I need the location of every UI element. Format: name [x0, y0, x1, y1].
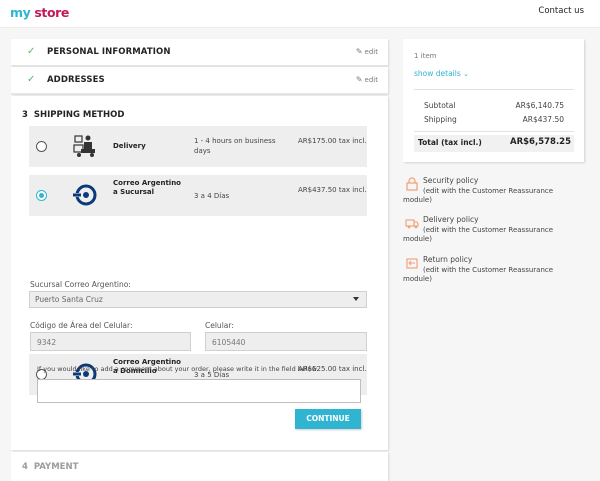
pencil-icon: ✎: [355, 75, 363, 84]
sucursal-selected-value: Puerto Santa Cruz: [35, 295, 103, 304]
step-addresses[interactable]: ✓ ADDRESSES ✎ edit: [11, 67, 388, 94]
reassurance-title: Security policy: [423, 176, 479, 185]
step-title: 4 PAYMENT: [22, 462, 78, 472]
sucursal-label: Sucursal Correo Argentino:: [30, 280, 131, 289]
area-code-label: Código de Área del Celular:: [30, 321, 133, 330]
continue-button[interactable]: CONTINUE: [295, 409, 361, 429]
shipping-value: AR$437.50: [522, 115, 564, 124]
step-number: 4: [22, 462, 28, 472]
step-number: 3: [22, 110, 28, 120]
carrier-name: Correo Argentino a Sucursal: [113, 179, 181, 196]
carrier-price: AR$437.50 tax incl.: [298, 186, 367, 194]
step-personal-information[interactable]: ✓ PERSONAL INFORMATION ✎ edit: [11, 39, 388, 66]
delivery-truck-icon: [405, 219, 419, 229]
carrier-delay: 3 a 4 Días: [194, 192, 230, 200]
contact-us-link[interactable]: Contact us: [538, 6, 584, 16]
reassurance-desc-2: module): [403, 275, 432, 283]
top-bar: my store Contact us: [0, 0, 600, 28]
step-shipping-method: 3 SHIPPING METHOD Delivery 1 - 4 hours o…: [11, 96, 388, 450]
shipping-row: Shipping AR$437.50: [424, 115, 564, 124]
logo-store: store: [34, 5, 69, 20]
cart-summary: 1 item show details ⌄ Subtotal AR$6,140.…: [403, 39, 584, 162]
step-payment: 4 PAYMENT: [11, 452, 388, 481]
carrier-price: AR$175.00 tax incl.: [298, 137, 367, 145]
edit-label: edit: [364, 48, 378, 56]
reassurance-desc-2: module): [403, 196, 432, 204]
step-title: 3 SHIPPING METHOD: [22, 110, 124, 120]
store-logo[interactable]: my store: [10, 5, 69, 20]
reassurance-security: Security policy (edit with the Customer …: [403, 176, 584, 212]
cell-input[interactable]: 6105440: [205, 332, 367, 351]
cell-label: Celular:: [205, 321, 234, 330]
area-code-value: 9342: [37, 338, 57, 347]
checkout-steps: ✓ PERSONAL INFORMATION ✎ edit ✓ ADDRESSES…: [11, 39, 388, 481]
chevron-down-icon: ⌄: [463, 70, 470, 78]
reassurance-delivery: Delivery policy (edit with the Customer …: [403, 215, 584, 251]
reassurance-desc: (edit with the Customer Reassurance: [423, 266, 554, 274]
reassurance-title: Return policy: [423, 255, 473, 264]
total-value: AR$6,578.25: [510, 137, 571, 147]
check-icon: ✓: [27, 46, 36, 57]
edit-label: edit: [364, 76, 378, 84]
pencil-icon: ✎: [355, 47, 363, 56]
reassurance-desc: (edit with the Customer Reassurance: [423, 187, 554, 195]
show-details-link[interactable]: show details ⌄: [414, 69, 469, 78]
correo-argentino-logo: [72, 184, 97, 206]
total-label: Total (tax incl.): [418, 138, 482, 147]
area-code-input[interactable]: 9342: [30, 332, 191, 351]
check-icon: ✓: [27, 74, 36, 85]
sucursal-select[interactable]: Puerto Santa Cruz: [29, 291, 367, 308]
carrier-radio[interactable]: [36, 141, 47, 152]
cell-value: 6105440: [212, 338, 246, 347]
step-title: PERSONAL INFORMATION: [47, 47, 171, 57]
total-row: Total (tax incl.) AR$6,578.25: [414, 135, 574, 152]
carrier-delay: 1 - 4 hours on business days: [194, 137, 276, 155]
order-comment-textarea[interactable]: [37, 379, 361, 403]
chevron-down-icon: [353, 297, 359, 301]
shipping-label: Shipping: [424, 115, 457, 124]
reassurance-desc: (edit with the Customer Reassurance: [423, 226, 554, 234]
show-details-label: show details: [414, 69, 461, 78]
carrier-name: Delivery: [113, 142, 146, 150]
logo-my: my: [10, 5, 31, 20]
divider: [414, 131, 574, 132]
subtotal-label: Subtotal: [424, 101, 456, 110]
carrier-option-sucursal[interactable]: Correo Argentino a Sucursal 3 a 4 Días A…: [29, 175, 367, 216]
step-title-text: PAYMENT: [33, 462, 79, 472]
divider: [414, 89, 574, 90]
subtotal-value: AR$6,140.75: [515, 101, 564, 110]
carrier-radio-checked[interactable]: [36, 190, 47, 201]
reassurance-desc-2: module): [403, 235, 432, 243]
subtotal-row: Subtotal AR$6,140.75: [424, 101, 564, 110]
reassurance-title: Delivery policy: [423, 215, 479, 224]
delivery-truck-icon: [73, 135, 95, 157]
edit-addresses-link[interactable]: ✎ edit: [356, 75, 378, 84]
return-icon: [406, 258, 418, 269]
security-lock-icon: [406, 177, 418, 191]
step-title: ADDRESSES: [47, 75, 105, 85]
items-count: 1 item: [414, 52, 437, 60]
step-title-text: SHIPPING METHOD: [33, 110, 125, 120]
comment-label: If you would like to add a comment about…: [37, 365, 319, 373]
edit-personal-link[interactable]: ✎ edit: [356, 47, 378, 56]
carrier-option-delivery[interactable]: Delivery 1 - 4 hours on business days AR…: [29, 126, 367, 167]
reassurance-return: Return policy (edit with the Customer Re…: [403, 255, 584, 291]
